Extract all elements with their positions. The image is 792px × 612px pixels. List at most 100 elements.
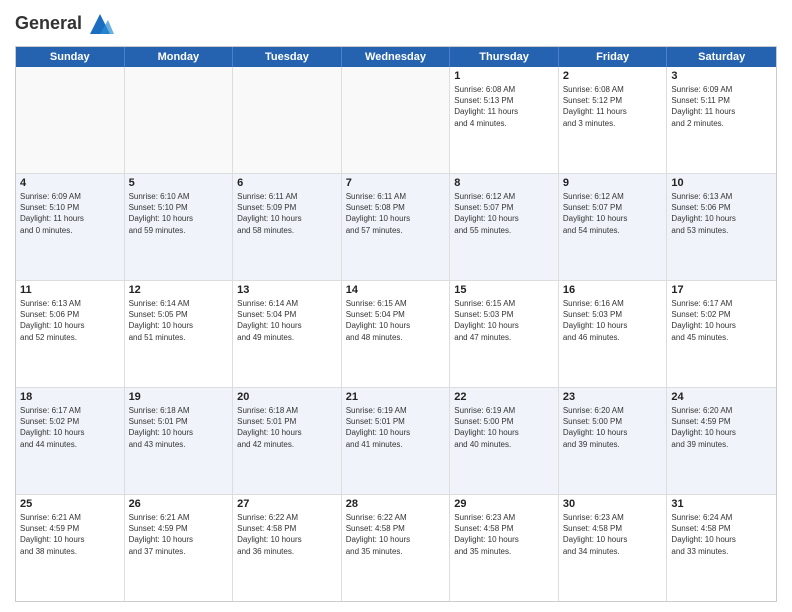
day-info: Sunrise: 6:09 AMSunset: 5:11 PMDaylight:… bbox=[671, 84, 772, 129]
day-info: Sunrise: 6:12 AMSunset: 5:07 PMDaylight:… bbox=[563, 191, 663, 236]
daylight-label: Daylight: 10 hours bbox=[129, 535, 193, 544]
day-header-friday: Friday bbox=[559, 47, 668, 67]
daylight-label: Daylight: 10 hours bbox=[454, 321, 518, 330]
day-cell-3: 3Sunrise: 6:09 AMSunset: 5:11 PMDaylight… bbox=[667, 67, 776, 173]
daylight-label: Daylight: 10 hours bbox=[20, 428, 84, 437]
day-number: 25 bbox=[20, 498, 120, 510]
day-number: 18 bbox=[20, 391, 120, 403]
day-info: Sunrise: 6:18 AMSunset: 5:01 PMDaylight:… bbox=[129, 405, 229, 450]
day-info: Sunrise: 6:18 AMSunset: 5:01 PMDaylight:… bbox=[237, 405, 337, 450]
day-cell-19: 19Sunrise: 6:18 AMSunset: 5:01 PMDayligh… bbox=[125, 388, 234, 494]
day-number: 21 bbox=[346, 391, 446, 403]
day-cell-21: 21Sunrise: 6:19 AMSunset: 5:01 PMDayligh… bbox=[342, 388, 451, 494]
day-info: Sunrise: 6:15 AMSunset: 5:03 PMDaylight:… bbox=[454, 298, 554, 343]
calendar-row-1: 1Sunrise: 6:08 AMSunset: 5:13 PMDaylight… bbox=[16, 67, 776, 174]
daylight-label: Daylight: 11 hours bbox=[671, 107, 735, 116]
day-number: 15 bbox=[454, 284, 554, 296]
calendar-row-2: 4Sunrise: 6:09 AMSunset: 5:10 PMDaylight… bbox=[16, 174, 776, 281]
day-info: Sunrise: 6:12 AMSunset: 5:07 PMDaylight:… bbox=[454, 191, 554, 236]
daylight-label: Daylight: 10 hours bbox=[20, 535, 84, 544]
logo-icon bbox=[86, 10, 114, 38]
day-header-sunday: Sunday bbox=[16, 47, 125, 67]
header: General bbox=[15, 10, 777, 38]
day-number: 12 bbox=[129, 284, 229, 296]
day-info: Sunrise: 6:20 AMSunset: 4:59 PMDaylight:… bbox=[671, 405, 772, 450]
day-cell-28: 28 Sunrise: 6:22 AMSunset: 4:58 PMDayligh… bbox=[342, 495, 451, 601]
daylight-label: Daylight: 10 hours bbox=[454, 214, 518, 223]
empty-cell bbox=[125, 67, 234, 173]
day-cell-4: 4Sunrise: 6:09 AMSunset: 5:10 PMDaylight… bbox=[16, 174, 125, 280]
day-number: 27 bbox=[237, 498, 337, 510]
daylight-label: Daylight: 10 hours bbox=[237, 535, 301, 544]
daylight-label: Daylight: 11 hours bbox=[454, 107, 518, 116]
day-info: Sunrise: 6:24 AMSunset: 4:58 PMDaylight:… bbox=[671, 512, 772, 557]
calendar-row-3: 11 Sunrise: 6:13 AMSunset: 5:06 PMDayligh… bbox=[16, 281, 776, 388]
day-info: Sunrise: 6:16 AMSunset: 5:03 PMDaylight:… bbox=[563, 298, 663, 343]
day-info: Sunrise: 6:08 AMSunset: 5:13 PMDaylight:… bbox=[454, 84, 554, 129]
daylight-label: Daylight: 10 hours bbox=[346, 428, 410, 437]
calendar-page: General SundayMondayTuesdayWednesdayThur… bbox=[0, 0, 792, 612]
day-number: 13 bbox=[237, 284, 337, 296]
logo: General bbox=[15, 10, 114, 38]
day-cell-24: 24 Sunrise: 6:20 AMSunset: 4:59 PMDayligh… bbox=[667, 388, 776, 494]
day-info: Sunrise: 6:20 AMSunset: 5:00 PMDaylight:… bbox=[563, 405, 663, 450]
day-number: 26 bbox=[129, 498, 229, 510]
day-number: 16 bbox=[563, 284, 663, 296]
day-cell-23: 23Sunrise: 6:20 AMSunset: 5:00 PMDayligh… bbox=[559, 388, 668, 494]
day-cell-26: 26Sunrise: 6:21 AMSunset: 4:59 PMDayligh… bbox=[125, 495, 234, 601]
daylight-label: Daylight: 10 hours bbox=[454, 535, 518, 544]
day-info: Sunrise: 6:21 AMSunset: 4:59 PMDaylight:… bbox=[20, 512, 120, 557]
day-number: 5 bbox=[129, 177, 229, 189]
daylight-label: Daylight: 10 hours bbox=[129, 214, 193, 223]
daylight-label: Daylight: 10 hours bbox=[346, 321, 410, 330]
day-header-monday: Monday bbox=[125, 47, 234, 67]
day-number: 11 bbox=[20, 284, 120, 296]
day-cell-1: 1Sunrise: 6:08 AMSunset: 5:13 PMDaylight… bbox=[450, 67, 559, 173]
day-number: 9 bbox=[563, 177, 663, 189]
day-number: 6 bbox=[237, 177, 337, 189]
daylight-label: Daylight: 10 hours bbox=[563, 428, 627, 437]
day-number: 14 bbox=[346, 284, 446, 296]
day-cell-9: 9 Sunrise: 6:12 AMSunset: 5:07 PMDaylight… bbox=[559, 174, 668, 280]
daylight-label: Daylight: 10 hours bbox=[454, 428, 518, 437]
day-info: Sunrise: 6:14 AMSunset: 5:04 PMDaylight:… bbox=[237, 298, 337, 343]
day-info: Sunrise: 6:15 AMSunset: 5:04 PMDaylight:… bbox=[346, 298, 446, 343]
day-info: Sunrise: 6:13 AMSunset: 5:06 PMDaylight:… bbox=[671, 191, 772, 236]
calendar-row-5: 25 Sunrise: 6:21 AMSunset: 4:59 PMDayligh… bbox=[16, 495, 776, 601]
day-cell-7: 7Sunrise: 6:11 AMSunset: 5:08 PMDaylight… bbox=[342, 174, 451, 280]
day-info: Sunrise: 6:10 AMSunset: 5:10 PMDaylight:… bbox=[129, 191, 229, 236]
day-header-tuesday: Tuesday bbox=[233, 47, 342, 67]
day-cell-20: 20 Sunrise: 6:18 AMSunset: 5:01 PMDayligh… bbox=[233, 388, 342, 494]
day-info: Sunrise: 6:13 AMSunset: 5:06 PMDaylight:… bbox=[20, 298, 120, 343]
logo-general: General bbox=[15, 14, 82, 34]
empty-cell bbox=[342, 67, 451, 173]
day-info: Sunrise: 6:22 AMSunset: 4:58 PMDaylight:… bbox=[346, 512, 446, 557]
day-number: 24 bbox=[671, 391, 772, 403]
day-header-saturday: Saturday bbox=[667, 47, 776, 67]
day-header-thursday: Thursday bbox=[450, 47, 559, 67]
empty-cell bbox=[233, 67, 342, 173]
daylight-label: Daylight: 10 hours bbox=[671, 428, 735, 437]
day-info: Sunrise: 6:17 AMSunset: 5:02 PMDaylight:… bbox=[20, 405, 120, 450]
day-info: Sunrise: 6:17 AMSunset: 5:02 PMDaylight:… bbox=[671, 298, 772, 343]
day-number: 28 bbox=[346, 498, 446, 510]
day-cell-11: 11 Sunrise: 6:13 AMSunset: 5:06 PMDayligh… bbox=[16, 281, 125, 387]
daylight-label: Daylight: 10 hours bbox=[671, 214, 735, 223]
day-number: 20 bbox=[237, 391, 337, 403]
day-info: Sunrise: 6:08 AMSunset: 5:12 PMDaylight:… bbox=[563, 84, 663, 129]
day-info: Sunrise: 6:11 AMSunset: 5:08 PMDaylight:… bbox=[346, 191, 446, 236]
day-number: 8 bbox=[454, 177, 554, 189]
day-cell-14: 14 Sunrise: 6:15 AMSunset: 5:04 PMDayligh… bbox=[342, 281, 451, 387]
day-number: 31 bbox=[671, 498, 772, 510]
daylight-label: Daylight: 10 hours bbox=[346, 535, 410, 544]
empty-cell bbox=[16, 67, 125, 173]
day-number: 29 bbox=[454, 498, 554, 510]
day-number: 17 bbox=[671, 284, 772, 296]
calendar-row-4: 18 Sunrise: 6:17 AMSunset: 5:02 PMDayligh… bbox=[16, 388, 776, 495]
daylight-label: Daylight: 10 hours bbox=[346, 214, 410, 223]
daylight-label: Daylight: 10 hours bbox=[129, 428, 193, 437]
day-cell-12: 12Sunrise: 6:14 AMSunset: 5:05 PMDayligh… bbox=[125, 281, 234, 387]
daylight-label: Daylight: 10 hours bbox=[20, 321, 84, 330]
day-cell-22: 22Sunrise: 6:19 AMSunset: 5:00 PMDayligh… bbox=[450, 388, 559, 494]
day-cell-10: 10Sunrise: 6:13 AMSunset: 5:06 PMDayligh… bbox=[667, 174, 776, 280]
